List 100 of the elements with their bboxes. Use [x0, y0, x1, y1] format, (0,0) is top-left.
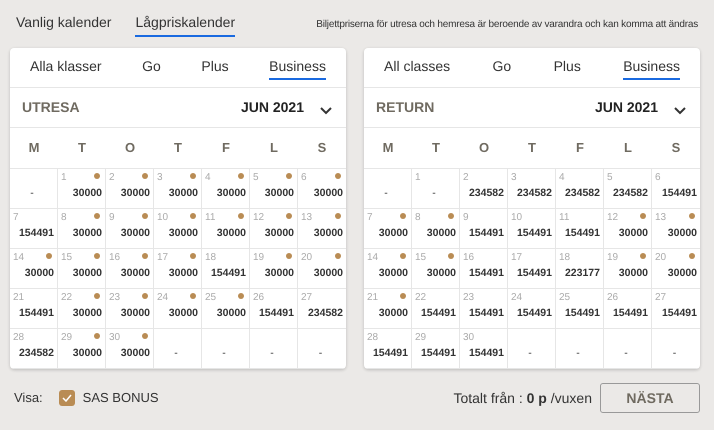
day-number: 23	[109, 291, 120, 305]
day-cell[interactable]: 4 30000	[202, 169, 250, 209]
day-cell[interactable]: 24 154491	[508, 289, 556, 329]
day-cell[interactable]: 30 30000	[106, 329, 154, 369]
day-cell[interactable]: -	[202, 329, 250, 369]
day-cell[interactable]: 14 30000	[10, 249, 58, 289]
day-number: 28	[367, 331, 378, 345]
day-number: 11	[559, 211, 570, 225]
day-cell[interactable]: 4 234582	[556, 169, 604, 209]
day-cell[interactable]: 8 30000	[58, 209, 106, 249]
price: 154491	[18, 306, 54, 322]
class-tab[interactable]: Business	[623, 56, 680, 80]
class-tab[interactable]: All classes	[384, 56, 450, 80]
day-cell[interactable]: 12 30000	[604, 209, 652, 249]
price: 30000	[120, 226, 150, 242]
price: 154491	[420, 306, 456, 322]
show-label: Visa:	[14, 389, 43, 408]
day-cell[interactable]: 12 30000	[250, 209, 298, 249]
price: -	[29, 186, 35, 202]
day-cell[interactable]: 14 30000	[364, 249, 412, 289]
day-number: 12	[607, 211, 618, 225]
day-cell[interactable]: 26 154491	[604, 289, 652, 329]
day-cell[interactable]: 5 234582	[604, 169, 652, 209]
day-cell[interactable]: -	[556, 329, 604, 369]
day-cell[interactable]: -	[154, 329, 202, 369]
day-cell[interactable]: 21 30000	[364, 289, 412, 329]
day-cell[interactable]: 29 154491	[412, 329, 460, 369]
calendar-tab[interactable]: Vanlig kalender	[16, 12, 112, 36]
day-cell[interactable]: 19 30000	[604, 249, 652, 289]
day-cell[interactable]: 16 154491	[460, 249, 508, 289]
day-cell[interactable]: 1 30000	[58, 169, 106, 209]
day-cell[interactable]: 20 30000	[298, 249, 346, 289]
price: 154491	[516, 266, 552, 282]
day-cell[interactable]: 17 154491	[508, 249, 556, 289]
day-number: 30	[463, 331, 474, 345]
day-cell[interactable]: 13 30000	[298, 209, 346, 249]
class-tab[interactable]: Go	[142, 56, 161, 80]
day-cell[interactable]: -	[652, 329, 700, 369]
class-tab[interactable]: Business	[269, 56, 326, 80]
day-cell[interactable]: 11 30000	[202, 209, 250, 249]
day-cell[interactable]: 27 234582	[298, 289, 346, 329]
bonus-checkbox[interactable]	[58, 390, 75, 406]
day-cell[interactable]: 18 223177	[556, 249, 604, 289]
day-cell[interactable]: 6 154491	[652, 169, 700, 209]
day-cell[interactable]: 23 30000	[106, 289, 154, 329]
day-cell[interactable]: 25 30000	[202, 289, 250, 329]
day-cell[interactable]: -	[364, 169, 412, 209]
day-cell[interactable]: 22 154491	[412, 289, 460, 329]
day-cell[interactable]: 20 30000	[652, 249, 700, 289]
day-cell[interactable]: 21 154491	[10, 289, 58, 329]
day-cell[interactable]: 28 154491	[364, 329, 412, 369]
day-cell[interactable]: 6 30000	[298, 169, 346, 209]
calendar-tab[interactable]: Lågpriskalender	[135, 12, 236, 36]
price: 30000	[666, 226, 697, 242]
day-cell[interactable]: 5 30000	[250, 169, 298, 209]
day-cell[interactable]: 28 234582	[10, 329, 58, 369]
day-cell[interactable]: 7 30000	[364, 209, 412, 249]
day-cell[interactable]: 10 30000	[154, 209, 202, 249]
day-cell[interactable]: 2 234582	[460, 169, 508, 209]
day-cell[interactable]: 11 154491	[556, 209, 604, 249]
day-number: 2	[463, 171, 469, 185]
day-cell[interactable]: 13 30000	[652, 209, 700, 249]
day-cell[interactable]: 9 30000	[106, 209, 154, 249]
class-tab[interactable]: Alla klasser	[30, 56, 102, 80]
weekday-header: S	[298, 128, 346, 169]
class-tab[interactable]: Plus	[201, 56, 229, 80]
day-cell[interactable]: 15 30000	[412, 249, 460, 289]
day-cell[interactable]: 8 30000	[412, 209, 460, 249]
day-cell[interactable]: 26 154491	[250, 289, 298, 329]
day-cell[interactable]: 9 154491	[460, 209, 508, 249]
next-button[interactable]: NÄSTA	[600, 383, 700, 413]
day-cell[interactable]: 3 30000	[154, 169, 202, 209]
day-cell[interactable]: 23 154491	[460, 289, 508, 329]
day-cell[interactable]: 15 30000	[58, 249, 106, 289]
day-cell[interactable]: -	[298, 329, 346, 369]
day-cell[interactable]: 27 154491	[652, 289, 700, 329]
class-tab[interactable]: Go	[492, 56, 512, 80]
day-number: 21	[367, 291, 378, 305]
day-cell[interactable]: 2 30000	[106, 169, 154, 209]
day-cell[interactable]: -	[10, 169, 58, 209]
day-cell[interactable]: 18 154491	[202, 249, 250, 289]
day-cell[interactable]: 19 30000	[250, 249, 298, 289]
day-cell[interactable]: 24 30000	[154, 289, 202, 329]
price: 234582	[612, 186, 648, 202]
chevron-down-icon[interactable]	[320, 106, 332, 114]
day-cell[interactable]: 29 30000	[58, 329, 106, 369]
day-cell[interactable]: 30 154491	[460, 329, 508, 369]
day-cell[interactable]: -	[508, 329, 556, 369]
day-cell[interactable]: 3 234582	[508, 169, 556, 209]
chevron-down-icon[interactable]	[674, 106, 686, 114]
day-cell[interactable]: 22 30000	[58, 289, 106, 329]
day-cell[interactable]: 10 154491	[508, 209, 556, 249]
day-cell[interactable]: 7 154491	[10, 209, 58, 249]
class-tab[interactable]: Plus	[554, 56, 581, 80]
day-cell[interactable]: 25 154491	[556, 289, 604, 329]
day-cell[interactable]: 16 30000	[106, 249, 154, 289]
day-cell[interactable]: -	[250, 329, 298, 369]
day-cell[interactable]: 1 -	[412, 169, 460, 209]
day-cell[interactable]: -	[604, 329, 652, 369]
day-cell[interactable]: 17 30000	[154, 249, 202, 289]
